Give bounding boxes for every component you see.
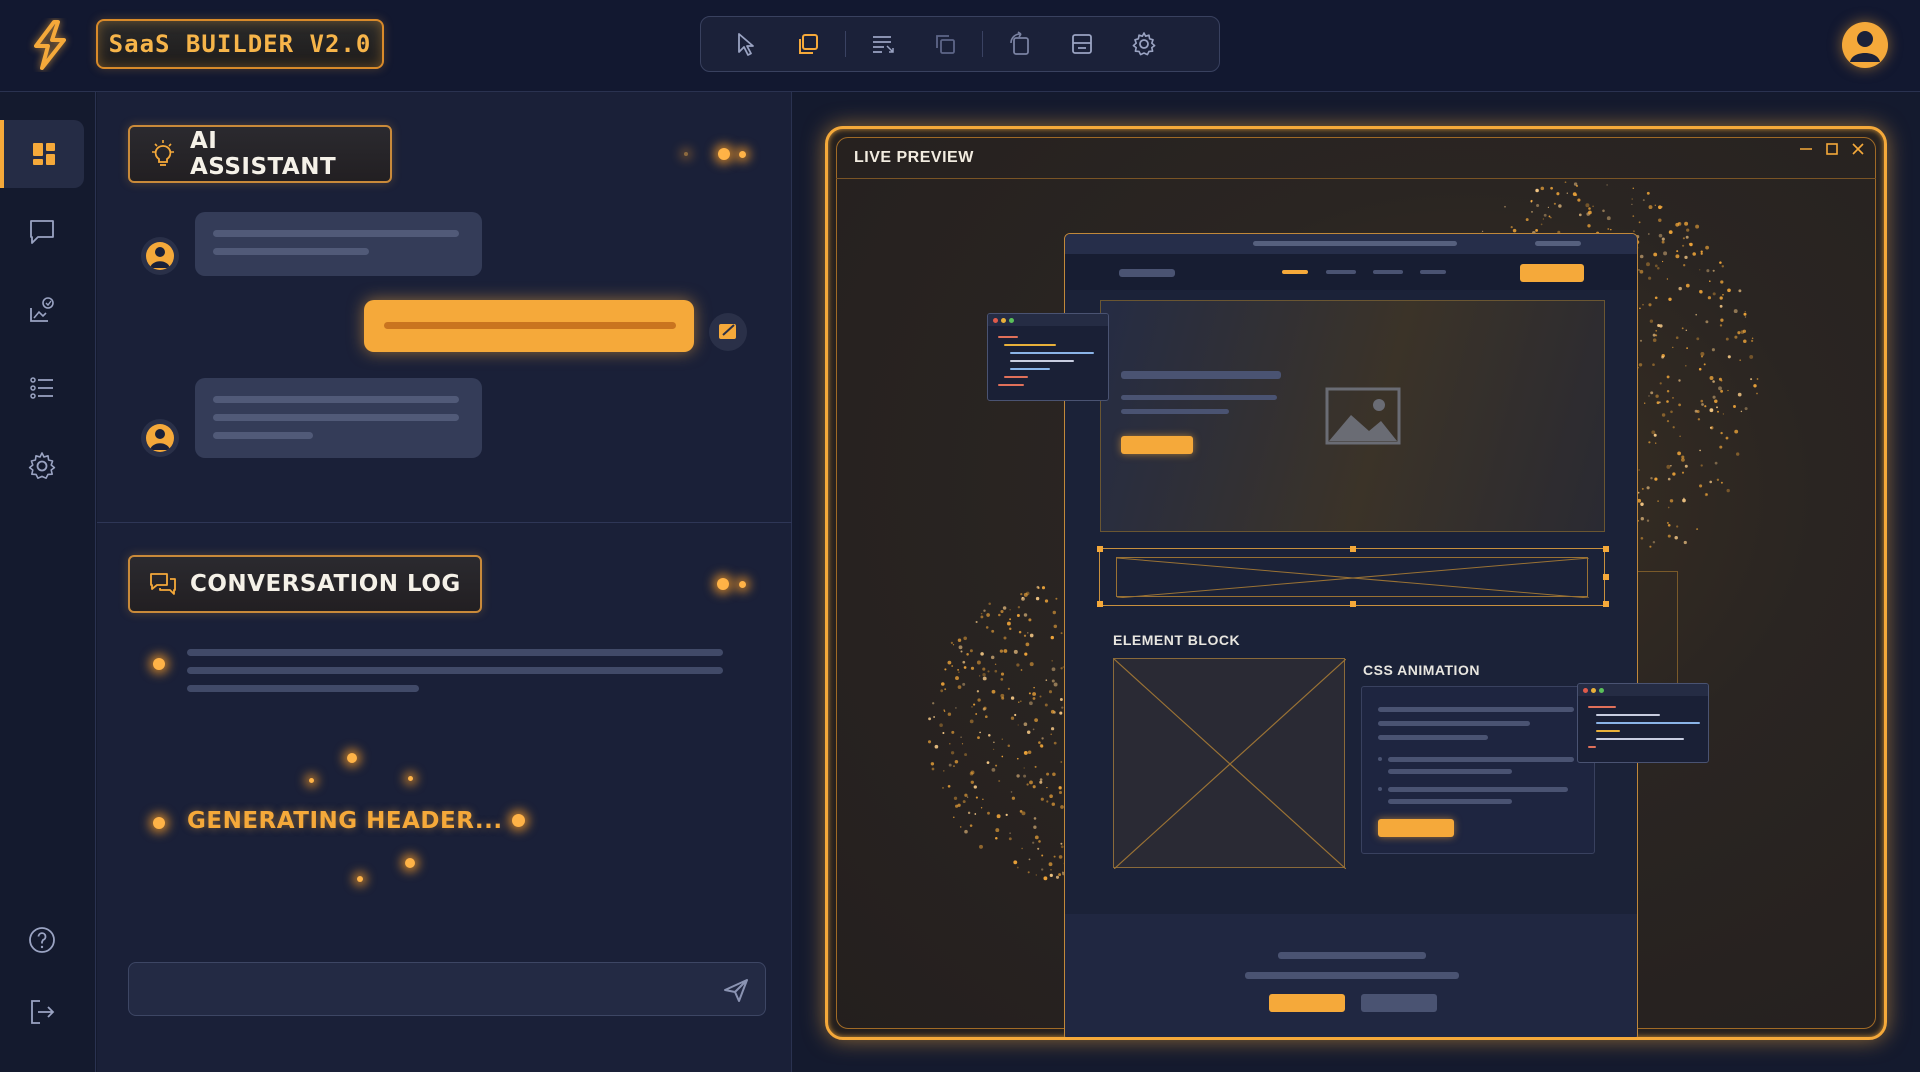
css-animation-button	[1378, 819, 1454, 837]
loading-particle	[405, 858, 415, 868]
mockup-navbar	[1065, 254, 1637, 290]
assistant-avatar	[141, 419, 179, 457]
user-message-avatar	[709, 313, 747, 351]
rotate-tool-button[interactable]	[989, 22, 1051, 66]
editor-toolbar	[700, 16, 1220, 72]
copy-icon	[799, 34, 818, 54]
chat-input-box[interactable]	[128, 962, 766, 1016]
conversation-log-title: CONVERSATION LOG	[190, 571, 461, 597]
status-glow-dot	[718, 148, 730, 160]
live-preview-window[interactable]: LIVE PREVIEW ELEMENT BLOCK CSS ANIMATION	[825, 126, 1887, 1040]
css-animation-label: CSS ANIMATION	[1363, 662, 1480, 678]
settings-tool-button[interactable]	[1113, 22, 1175, 66]
lightning-logo-icon[interactable]	[24, 18, 76, 72]
log-entry-line	[187, 667, 723, 674]
copy-tool-button[interactable]	[777, 22, 839, 66]
element-block-placeholder[interactable]	[1113, 658, 1347, 870]
toolbar-divider	[845, 31, 846, 57]
status-glow-dot	[739, 151, 746, 158]
left-sidebar	[0, 92, 96, 1072]
loading-particle	[408, 776, 413, 781]
status-glow-dot	[684, 152, 688, 156]
close-icon	[1852, 143, 1864, 155]
maximize-button[interactable]	[1822, 139, 1842, 159]
generating-status-text: GENERATING HEADER...	[187, 808, 503, 834]
website-mockup[interactable]: ELEMENT BLOCK CSS ANIMATION	[1064, 233, 1638, 1037]
top-bar: SaaS BUILDER V2.0	[0, 0, 1920, 92]
loading-particle	[512, 814, 525, 827]
edit-image-icon	[719, 324, 736, 339]
log-entry-line	[187, 685, 419, 692]
sidebar-item-chat[interactable]	[0, 198, 84, 266]
css-animation-card[interactable]	[1361, 686, 1595, 854]
assistant-avatar	[141, 237, 179, 275]
sidebar-item-list[interactable]	[0, 354, 84, 422]
selected-element-placeholder	[1116, 557, 1590, 599]
chat-input[interactable]	[141, 973, 701, 1007]
preview-title: LIVE PREVIEW	[854, 148, 974, 166]
gear-icon	[1132, 32, 1156, 56]
duplicate-tool-button[interactable]	[914, 22, 976, 66]
sidebar-item-settings[interactable]	[0, 432, 84, 500]
list-icon	[30, 377, 53, 399]
text-align-tool-button[interactable]	[852, 22, 914, 66]
panel-divider	[97, 522, 792, 523]
conversation-log-header: CONVERSATION LOG	[128, 555, 482, 613]
code-snippet-window[interactable]	[987, 313, 1109, 401]
mockup-footer	[1065, 914, 1637, 1037]
cursor-tool-button[interactable]	[715, 22, 777, 66]
loading-particle	[309, 778, 314, 783]
sidebar-item-dashboard[interactable]	[0, 120, 84, 188]
user-icon	[146, 424, 174, 452]
help-icon	[29, 927, 55, 953]
assistant-message-bubble	[195, 212, 482, 276]
mockup-browser-strip	[1065, 234, 1637, 254]
sidebar-item-help[interactable]	[0, 906, 84, 974]
status-glow-dot	[717, 578, 729, 590]
user-icon	[1850, 31, 1880, 62]
mockup-hero-button	[1121, 436, 1193, 454]
ai-assistant-title: AI ASSISTANT	[190, 128, 337, 180]
lightbulb-icon	[152, 140, 174, 166]
rotate-icon	[1010, 31, 1029, 55]
user-icon	[146, 242, 174, 270]
sidebar-item-logout[interactable]	[0, 978, 84, 1046]
loading-particle	[347, 753, 357, 763]
code-snippet-window[interactable]	[1577, 683, 1709, 763]
dashboard-icon	[33, 143, 55, 165]
user-message-bubble	[364, 300, 694, 352]
assistant-message-bubble	[195, 378, 482, 458]
image-placeholder-icon	[1325, 387, 1401, 445]
loading-particle	[357, 876, 363, 882]
text-align-icon	[873, 36, 894, 53]
user-avatar[interactable]	[1842, 22, 1888, 68]
status-glow-dot	[739, 581, 746, 588]
layout-icon	[1072, 34, 1092, 54]
log-entry-dot	[153, 817, 165, 829]
sidebar-item-media[interactable]	[0, 276, 84, 344]
logout-icon	[31, 1000, 55, 1024]
duplicate-icon	[936, 35, 955, 54]
minimize-button[interactable]	[1796, 139, 1816, 159]
send-icon[interactable]	[721, 975, 751, 1005]
image-edit-icon	[30, 297, 54, 322]
settings-icon	[28, 452, 56, 479]
minimize-icon	[1800, 148, 1812, 150]
chat-bubbles-icon	[150, 573, 176, 595]
preview-title-bar: LIVE PREVIEW	[836, 137, 1876, 179]
close-button[interactable]	[1848, 139, 1868, 159]
ai-assistant-header: AI ASSISTANT	[128, 125, 392, 183]
layout-tool-button[interactable]	[1051, 22, 1113, 66]
log-entry-dot	[153, 658, 165, 670]
chat-icon	[30, 220, 54, 244]
mockup-hero-section	[1100, 300, 1605, 532]
cursor-icon	[738, 33, 754, 56]
element-block-label: ELEMENT BLOCK	[1113, 632, 1241, 648]
maximize-icon	[1826, 143, 1838, 155]
toolbar-divider	[982, 31, 983, 57]
selected-element-box[interactable]	[1097, 546, 1609, 607]
app-brand-label: SaaS BUILDER V2.0	[96, 19, 384, 69]
log-entry-line	[187, 649, 723, 656]
